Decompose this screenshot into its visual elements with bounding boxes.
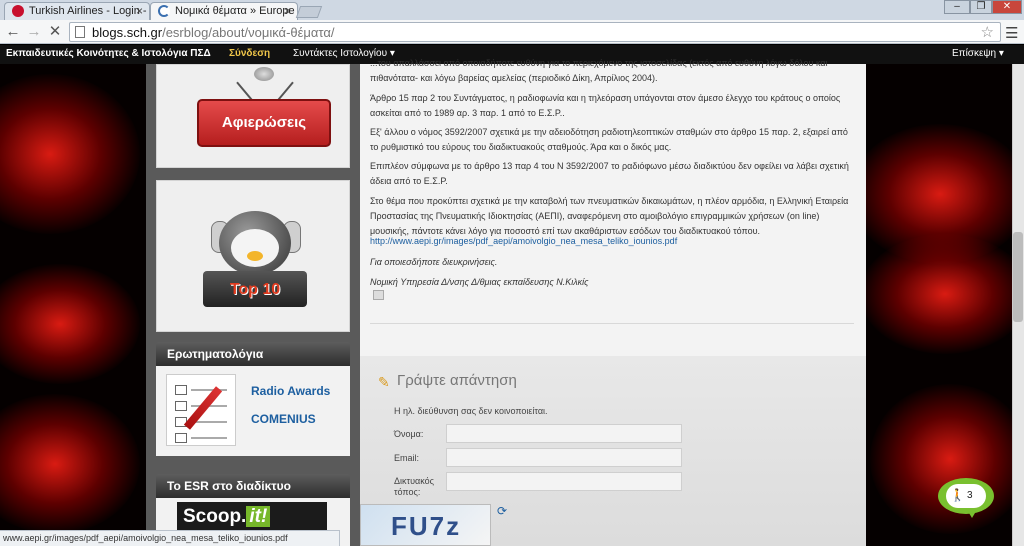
contact-note: Για οποιεσδήποτε διευκρινήσεις. xyxy=(370,257,498,267)
turkish-airlines-favicon-icon xyxy=(12,5,24,17)
browser-toolbar: ← → ✕ blogs.sch.gr/esrblog/about/νομικά-… xyxy=(0,20,1024,44)
divider xyxy=(370,323,854,324)
new-tab-button[interactable] xyxy=(295,6,323,18)
captcha-image: FU7z xyxy=(360,504,491,546)
email-privacy-note: Η ηλ. διεύθυνση σας δεν κοινοποιείται. xyxy=(394,406,548,416)
sign-pin-icon xyxy=(254,67,274,81)
reply-title: Γράψτε απάντηση xyxy=(397,372,517,389)
comenius-link[interactable]: COMENIUS xyxy=(251,412,316,426)
chat-count: 3 xyxy=(967,490,973,501)
refresh-captcha-icon[interactable]: ⟳ xyxy=(497,504,507,518)
name-input[interactable] xyxy=(446,424,682,443)
name-label: Όνομα: xyxy=(394,429,424,439)
status-bar-url: www.aepi.gr/images/pdf_aepi/amoivolgio_n… xyxy=(0,530,340,546)
restore-button[interactable]: ❐ xyxy=(970,0,992,14)
tab-close-icon[interactable]: × xyxy=(284,3,291,19)
scoop-it-logo[interactable]: Scoop. it! xyxy=(177,502,327,532)
article-paragraph: Επιπλέον σύμφωνα με το άρθρο 13 παρ 4 το… xyxy=(370,161,849,186)
page-icon xyxy=(75,26,85,38)
article-content: ...του απαλλάσσει από οποιαδήποτε ευθύνη… xyxy=(360,58,866,356)
quiz-widget: Radio Awards COMENIUS xyxy=(156,366,350,456)
tab-close-icon[interactable]: × xyxy=(136,3,143,19)
radio-awards-link[interactable]: Radio Awards xyxy=(251,384,330,398)
close-window-button[interactable]: ✕ xyxy=(992,0,1022,14)
browser-tab-bar: Turkish Airlines - Login - × Νομικά θέμα… xyxy=(0,0,1024,20)
tab-legal-issues[interactable]: Νομικά θέματα » Europe × xyxy=(150,2,298,20)
email-icon[interactable] xyxy=(373,290,384,300)
article-paragraph: ...του απαλλάσσει από οποιαδήποτε ευθύνη… xyxy=(370,58,828,83)
login-link[interactable]: Σύνδεση xyxy=(229,48,270,59)
sidebar: Αφιερώσεις Top 10 Ερωτηματολόγια Radio A… xyxy=(146,64,360,546)
scrollbar-thumb[interactable] xyxy=(1013,232,1023,322)
article-paragraph: Στο θέμα που προκύπτει σχετικά με την κα… xyxy=(370,196,849,236)
pencil-icon: ✎ xyxy=(378,374,390,390)
forward-arrow-icon[interactable]: → xyxy=(25,23,43,41)
back-arrow-icon[interactable]: ← xyxy=(4,23,22,41)
address-url: blogs.sch.gr/esrblog/about/νομικά-θέματα… xyxy=(92,25,335,40)
website-input[interactable] xyxy=(446,472,682,491)
tributes-sign[interactable]: Αφιερώσεις xyxy=(197,99,331,147)
tributes-widget[interactable]: Αφιερώσεις xyxy=(156,64,350,168)
email-label: Email: xyxy=(394,453,420,463)
quiz-widget-title: Ερωτηματολόγια xyxy=(156,342,350,366)
site-brand[interactable]: Εκπαιδευτικές Κοινότητες & Ιστολόγια ΠΣΔ xyxy=(6,48,211,59)
address-bar[interactable]: blogs.sch.gr/esrblog/about/νομικά-θέματα… xyxy=(69,22,1001,42)
tab-turkish-airlines[interactable]: Turkish Airlines - Login - × xyxy=(4,2,150,20)
pencil-icon xyxy=(183,386,223,430)
person-icon: 🚶 xyxy=(950,488,965,502)
top10-label[interactable]: Top 10 xyxy=(215,281,295,299)
article-paragraph: Άρθρο 15 παρ 2 του Συντάγματος, η ραδιοφ… xyxy=(370,93,841,118)
bookmark-star-icon[interactable]: ☆ xyxy=(981,23,994,41)
chat-bubble-button[interactable]: 🚶 3 xyxy=(938,478,994,518)
checklist-icon[interactable] xyxy=(166,374,236,446)
aepi-pdf-link-row: http://www.aepi.gr/images/pdf_aepi/amoiv… xyxy=(370,234,850,249)
esr-web-widget-title: Το ESR στο διαδίκτυο xyxy=(156,474,350,498)
stop-loading-icon[interactable]: ✕ xyxy=(46,23,64,41)
signature: Νομική Υπηρεσία Δ/νσης Δ/θμιας εκπαίδευσ… xyxy=(370,277,589,287)
tab-title: Νομικά θέματα » Europe xyxy=(175,5,295,17)
loading-spinner-icon xyxy=(158,5,170,17)
tab-title: Turkish Airlines - Login - xyxy=(29,5,147,17)
minimize-button[interactable]: – xyxy=(944,0,970,14)
visit-menu[interactable]: Επίσκεψη ▾ xyxy=(952,48,1004,59)
browser-menu-icon[interactable]: ☰ xyxy=(1005,24,1018,42)
top10-widget[interactable]: Top 10 xyxy=(156,180,350,332)
website-label: Δικτυακός τόπος: xyxy=(394,476,434,497)
reply-form: ✎ Γράψτε απάντηση Η ηλ. διεύθυνση σας δε… xyxy=(360,356,866,546)
aepi-pdf-link[interactable]: http://www.aepi.gr/images/pdf_aepi/amoiv… xyxy=(370,236,677,246)
email-input[interactable] xyxy=(446,448,682,467)
article-paragraph: Εξ' άλλου ο νόμος 3592/2007 σχετικά με τ… xyxy=(370,127,848,152)
